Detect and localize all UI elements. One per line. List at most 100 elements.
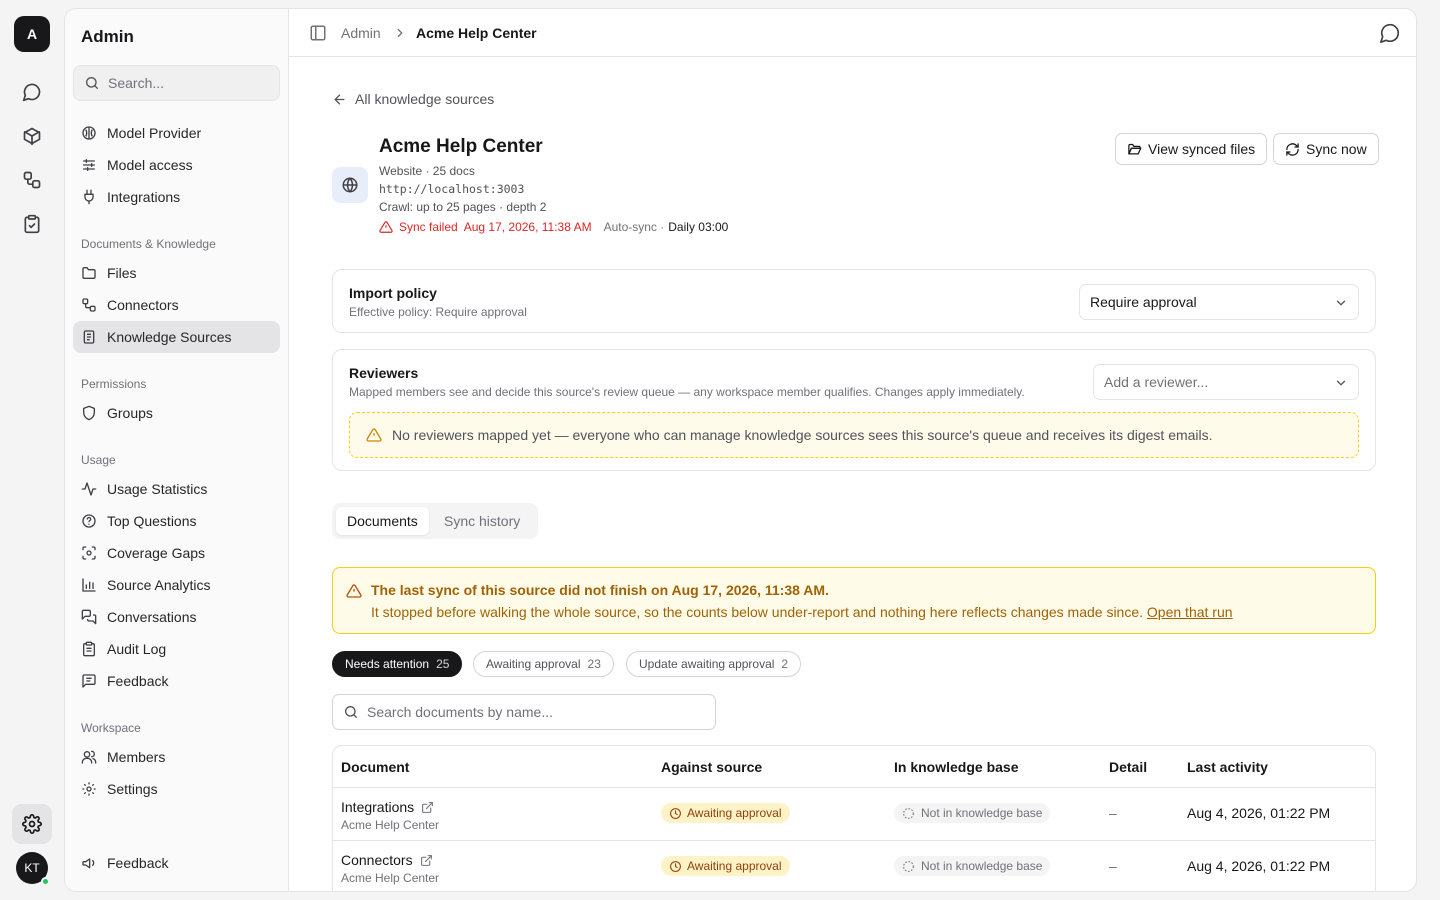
sidebar-item-groups[interactable]: Groups <box>73 397 280 429</box>
sidebar-item-label: Usage Statistics <box>107 481 208 497</box>
document-name[interactable]: Connectors <box>341 852 433 868</box>
filter-count: 2 <box>781 657 789 671</box>
sidebar-item-integrations[interactable]: Integrations <box>73 181 280 213</box>
shield-icon <box>81 405 97 421</box>
sidebar-item-feedback-bottom[interactable]: Feedback <box>73 847 280 879</box>
sync-now-button[interactable]: Sync now <box>1273 133 1379 165</box>
megaphone-icon <box>81 855 97 871</box>
column-header-last-activity[interactable]: Last activity <box>1187 759 1268 775</box>
sidebar-item-settings[interactable]: Settings <box>73 773 280 805</box>
import-policy-select[interactable]: Require approval <box>1079 284 1359 320</box>
sidebar-item-label: Model Provider <box>107 125 202 141</box>
sidebar-item-connectors[interactable]: Connectors <box>73 289 280 321</box>
sidebar-item-audit-log[interactable]: Audit Log <box>73 633 280 665</box>
status-badge: Awaiting approval <box>661 856 790 876</box>
filter-awaiting-approval[interactable]: Awaiting approval 23 <box>473 651 614 677</box>
tab-documents[interactable]: Documents <box>336 507 429 535</box>
alert-triangle-icon <box>379 221 393 233</box>
kb-status-badge: Not in knowledge base <box>894 856 1051 876</box>
column-header-detail[interactable]: Detail <box>1109 759 1147 775</box>
chat-icon[interactable] <box>18 78 46 106</box>
open-run-link[interactable]: Open that run <box>1147 604 1233 620</box>
clipboard-check-icon[interactable] <box>18 210 46 238</box>
column-header-in-knowledge-base[interactable]: In knowledge base <box>894 759 1018 775</box>
sidebar-item-label: Integrations <box>107 189 181 205</box>
activity-icon <box>81 481 97 497</box>
document-name-text: Connectors <box>341 852 413 868</box>
column-header-document[interactable]: Document <box>341 759 409 775</box>
sync-failed-alert: The last sync of this source did not fin… <box>332 567 1376 634</box>
filter-needs-attention[interactable]: Needs attention 25 <box>332 651 463 677</box>
filter-update-awaiting-approval[interactable]: Update awaiting approval 2 <box>626 651 802 677</box>
sidebar-search-placeholder: Search... <box>108 75 165 91</box>
table-row[interactable]: Integrations Acme Help Center Awaiting a… <box>333 787 1375 840</box>
help-circle-icon <box>81 513 97 529</box>
external-link-icon[interactable] <box>420 854 433 867</box>
sidebar-item-model-provider[interactable]: Model Provider <box>73 117 280 149</box>
sidebar-section-documents: Documents & Knowledge <box>81 237 216 251</box>
add-reviewer-select[interactable]: Add a reviewer... <box>1093 364 1359 400</box>
sidebar-item-coverage-gaps[interactable]: Coverage Gaps <box>73 537 280 569</box>
document-search-input[interactable]: Search documents by name... <box>332 694 716 730</box>
globe-icon <box>332 167 368 203</box>
import-policy-title: Import policy <box>349 285 437 301</box>
back-link[interactable]: All knowledge sources <box>332 91 494 107</box>
sidebar-item-label: Connectors <box>107 297 179 313</box>
folder-icon <box>81 265 97 281</box>
document-source: Acme Help Center <box>341 818 440 832</box>
sidebar-item-model-access[interactable]: Model access <box>73 149 280 181</box>
sidebar-item-usage-statistics[interactable]: Usage Statistics <box>73 473 280 505</box>
column-header-against-source[interactable]: Against source <box>661 759 762 775</box>
import-policy-value: Require approval <box>1090 294 1197 310</box>
last-activity: Aug 4, 2026, 01:22 PM <box>1187 805 1331 821</box>
document-search-placeholder: Search documents by name... <box>367 704 553 720</box>
sidebar-title: Admin <box>81 27 134 46</box>
workflow-icon[interactable] <box>18 166 46 194</box>
alert-body-text: It stopped before walking the whole sour… <box>371 604 1144 620</box>
sidebar-section-permissions: Permissions <box>81 377 147 391</box>
sidebar-item-conversations[interactable]: Conversations <box>73 601 280 633</box>
document-name[interactable]: Integrations <box>341 799 434 815</box>
filter-label: Awaiting approval <box>486 657 581 671</box>
content-tabs: Documents Sync history <box>332 503 538 539</box>
workspace-logo[interactable]: A <box>14 16 50 52</box>
tab-sync-history[interactable]: Sync history <box>433 507 531 535</box>
sidebar-item-feedback[interactable]: Feedback <box>73 665 280 697</box>
source-meta: Website · 25 docs <box>379 164 475 178</box>
sidebar-item-label: Model access <box>107 157 193 173</box>
plug-icon <box>81 189 97 205</box>
chevron-right-icon <box>393 26 407 40</box>
external-link-icon[interactable] <box>421 801 434 814</box>
sidebar-item-label: Files <box>107 265 137 281</box>
chat-bubble-icon[interactable] <box>1379 22 1401 44</box>
alert-body: It stopped before walking the whole sour… <box>371 604 1233 620</box>
warning-icon <box>366 428 382 442</box>
sidebar-search-input[interactable]: Search... <box>73 65 280 101</box>
sidebar-item-files[interactable]: Files <box>73 257 280 289</box>
breadcrumb-admin[interactable]: Admin <box>341 25 381 41</box>
sidebar-item-label: Groups <box>107 405 153 421</box>
document-source: Acme Help Center <box>341 871 440 885</box>
status-badge-label: Awaiting approval <box>687 806 782 820</box>
sidebar-item-label: Audit Log <box>107 641 167 657</box>
cube-icon[interactable] <box>18 122 46 150</box>
sidebar-item-label: Settings <box>107 781 158 797</box>
admin-sidebar: Admin Search... Model Provider Model acc… <box>65 9 289 891</box>
sidebar-item-knowledge-sources[interactable]: Knowledge Sources <box>73 321 280 353</box>
view-synced-files-button[interactable]: View synced files <box>1115 133 1268 165</box>
settings-icon[interactable] <box>12 804 52 844</box>
add-reviewer-placeholder: Add a reviewer... <box>1104 374 1209 390</box>
sidebar-item-members[interactable]: Members <box>73 741 280 773</box>
sidebar-item-source-analytics[interactable]: Source Analytics <box>73 569 280 601</box>
sidebar-item-label: Coverage Gaps <box>107 545 206 561</box>
sidebar-section-usage: Usage <box>81 453 116 467</box>
chevron-down-icon <box>1334 296 1348 310</box>
sidebar-item-top-questions[interactable]: Top Questions <box>73 505 280 537</box>
table-row[interactable]: Connectors Acme Help Center Awaiting app… <box>333 840 1375 891</box>
clock-icon <box>670 860 681 872</box>
filter-label: Update awaiting approval <box>639 657 775 671</box>
sidebar-toggle-icon[interactable] <box>309 24 327 42</box>
source-title: Acme Help Center <box>379 136 543 157</box>
auto-sync-value: Daily 03:00 <box>668 220 729 234</box>
detail-value: – <box>1109 858 1117 874</box>
